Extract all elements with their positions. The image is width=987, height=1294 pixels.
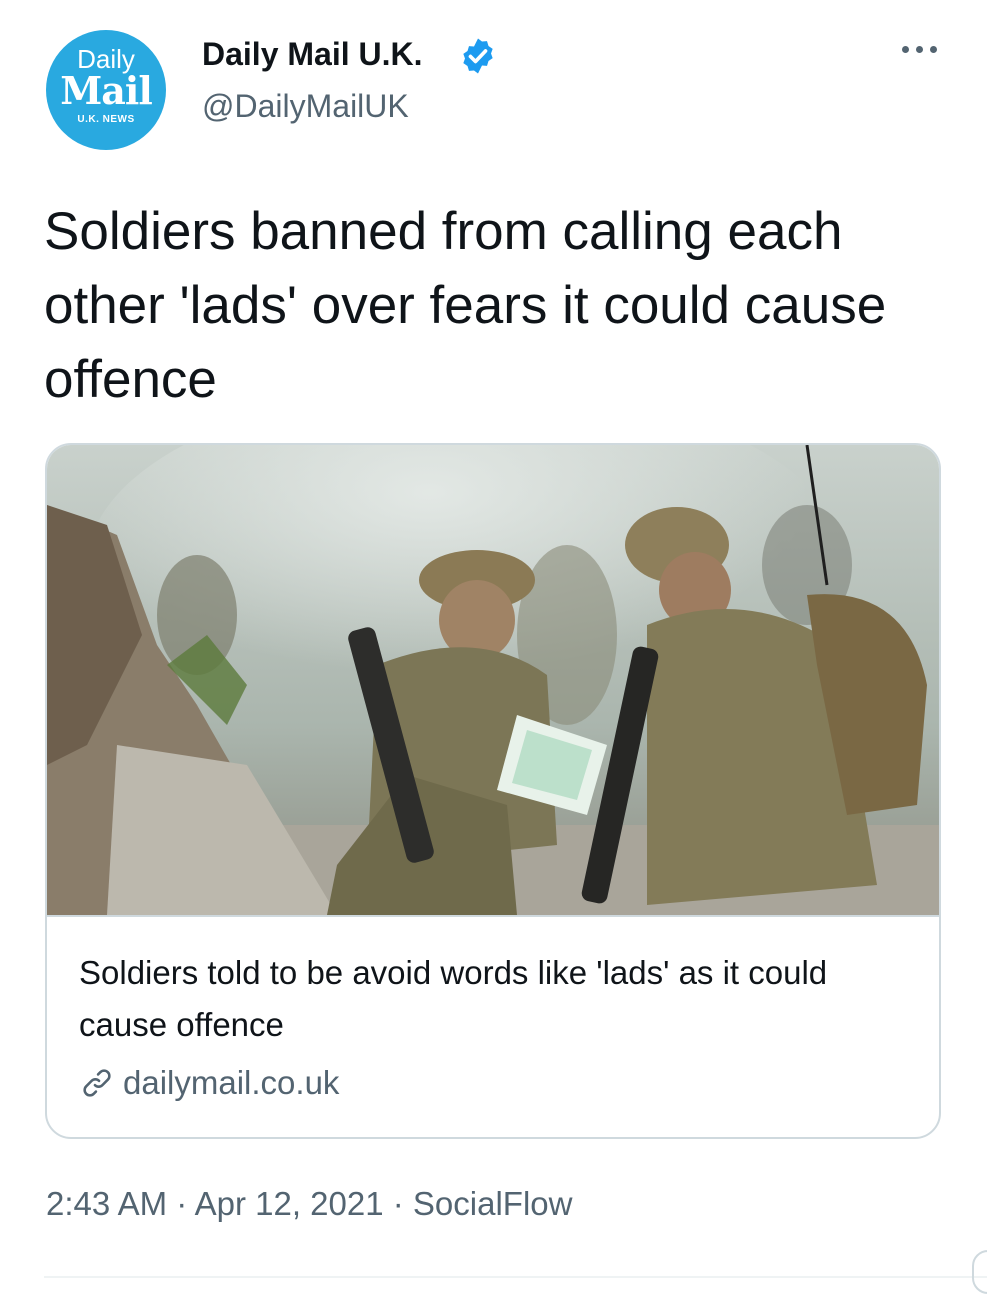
more-options-icon[interactable] [900,38,940,58]
account-handle[interactable]: @DailyMailUK [202,88,409,125]
verified-badge-icon [463,38,493,74]
tweet-source[interactable]: SocialFlow [413,1185,573,1222]
card-domain-text: dailymail.co.uk [123,1064,340,1101]
account-avatar[interactable]: Daily Mail U.K. NEWS [46,30,166,150]
link-icon [83,1069,111,1097]
meta-separator: · [167,1185,195,1222]
avatar-text-uknews: U.K. NEWS [77,114,135,125]
meta-separator: · [383,1185,413,1222]
card-title[interactable]: Soldiers told to be avoid words like 'la… [79,947,899,1051]
tweet-text: Soldiers banned from calling each other … [44,202,887,409]
card-domain[interactable]: dailymail.co.uk [79,1061,339,1105]
card-image[interactable] [47,445,941,917]
account-name[interactable]: Daily Mail U.K. [202,36,423,73]
link-preview-card[interactable]: Soldiers told to be avoid words like 'la… [45,443,941,1139]
avatar-text-mail: Mail [60,68,153,113]
tweet-time[interactable]: 2:43 AM [46,1185,167,1222]
partial-element [972,1250,987,1294]
divider [44,1276,987,1278]
tweet-metadata: 2:43 AM · Apr 12, 2021 · SocialFlow [46,1185,572,1223]
tweet-date[interactable]: Apr 12, 2021 [195,1185,384,1222]
